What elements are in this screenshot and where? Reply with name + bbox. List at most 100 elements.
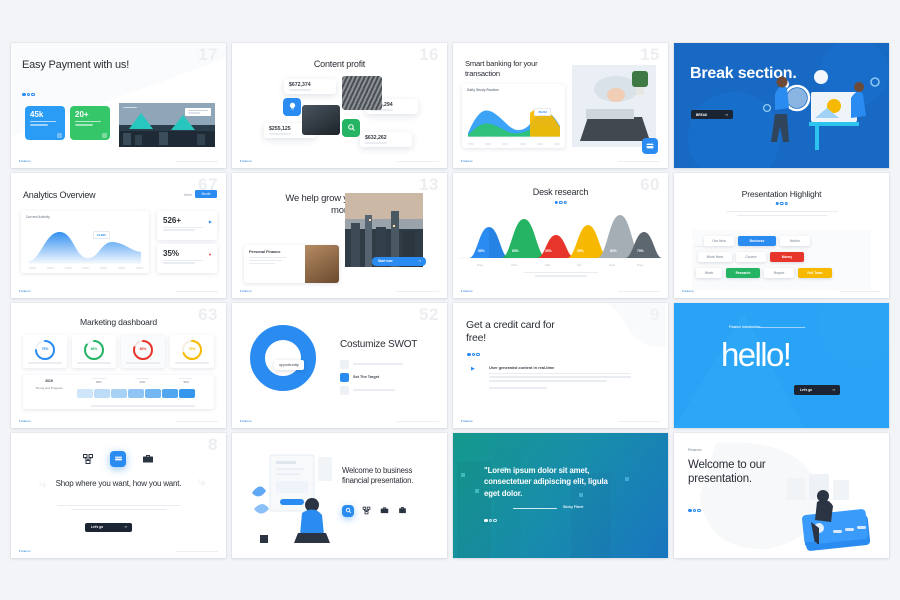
slide-presentation-highlight[interactable]: Presentation Highlight Our Idea Business… — [674, 172, 889, 298]
slide-shop-where-you-want[interactable]: 8 Shop where you want, how you want. Let… — [11, 432, 226, 558]
card-icon[interactable] — [642, 137, 658, 154]
slide-body — [56, 504, 181, 511]
tab-week[interactable]: Week — [184, 193, 192, 197]
stat-card-1[interactable]: 45k — [25, 105, 65, 140]
slide-title: Costumize SWOT — [340, 338, 418, 350]
tag-item[interactable]: Our Idea — [704, 235, 734, 246]
kicker-line-1: Finance Introduction — [729, 324, 761, 329]
tag-item[interactable]: Notice — [780, 235, 810, 246]
progress-year: 2019 — [45, 378, 53, 383]
x-tick-2: Work — [511, 262, 518, 267]
kicker-text: Finance Introduction — [729, 325, 761, 330]
slide-break-section[interactable]: Break section. BREAK ➞ ? — [674, 42, 889, 168]
tag-item[interactable]: Business — [738, 235, 776, 246]
slide-title: Desk research — [532, 186, 589, 197]
footer-rule — [618, 290, 660, 292]
slide-welcome-business[interactable]: Welcome to business financial presentati… — [232, 432, 447, 558]
x-tick-1: Data — [477, 262, 483, 267]
arrow-icon — [102, 132, 107, 138]
brand-label: Finance — [461, 289, 473, 293]
chart-footer — [523, 271, 598, 278]
tag-item[interactable]: Research — [726, 267, 760, 278]
slide-smart-banking[interactable]: 15 Smart banking for your transaction Da… — [453, 42, 668, 168]
slide-easy-payment[interactable]: 17 Easy Payment with us! 45k 20+ Finance — [11, 42, 226, 168]
brand-label: Finance — [19, 419, 31, 423]
slide-hello[interactable]: Finance Introduction hello! Let's go ➞ — [674, 302, 889, 428]
step-value: 40% — [139, 380, 146, 384]
kpi-card-3[interactable]: 80% — [121, 334, 165, 368]
tag-item[interactable]: Course — [736, 251, 766, 262]
slide-number: 52 — [419, 304, 439, 324]
search-icon[interactable] — [342, 504, 354, 517]
briefcase-icon — [378, 505, 390, 517]
lets-go-button[interactable]: Let's go ➞ — [794, 384, 840, 395]
slide-title: hello! — [721, 335, 792, 373]
slide-marketing-dashboard[interactable]: 63 Marketing dashboard 75% 86% 80% 70% 2… — [11, 302, 226, 428]
tag-item[interactable]: Work Hard — [698, 251, 732, 262]
slide-welcome-our-presentation[interactable]: Finance Welcome to our presentation. — [674, 432, 889, 558]
break-button-label: BREAK — [696, 112, 708, 117]
swot-item-1[interactable] — [340, 359, 403, 369]
slide-title: Welcome to business financial presentati… — [342, 465, 414, 486]
progress-segment — [94, 388, 110, 398]
hand-card-icon[interactable] — [110, 450, 126, 467]
slide-subtitle — [725, 210, 838, 217]
lets-go-button[interactable]: Let's go ➞ — [85, 522, 132, 532]
curve-label-2: 65% — [512, 248, 519, 253]
personal-finance-card[interactable]: Personal Finance — [244, 244, 339, 283]
amount-value: $672,374 — [289, 81, 311, 88]
brand-label: Finance — [19, 549, 31, 553]
kpi-card-1[interactable]: 75% — [23, 334, 67, 368]
footer-rule — [176, 420, 218, 422]
checkbox-icon — [340, 359, 349, 369]
tag-item[interactable]: Work — [696, 267, 722, 278]
slide-content-profit[interactable]: 16 Content profit $672,374 $285,294 $255… — [232, 42, 447, 168]
slide-grow-money[interactable]: 13 We help grow your money! Personal Fin… — [232, 172, 447, 298]
quote-text: "Lorem ipsum dolor sit amet, consectetue… — [484, 465, 608, 498]
area-chart — [468, 108, 560, 137]
kpi-card-2[interactable]: 86% — [72, 334, 116, 368]
tab-month[interactable]: Month — [195, 189, 217, 198]
curve-label-6: 70% — [637, 248, 644, 253]
tag-item[interactable]: Money — [770, 251, 804, 262]
swot-item-2[interactable]: Set The Target — [340, 372, 379, 382]
swot-item-3[interactable] — [340, 385, 395, 395]
break-button[interactable]: BREAK ➞ — [691, 109, 733, 119]
start-now-button[interactable]: Start now ➞ — [372, 256, 426, 266]
slide-number: 13 — [419, 174, 439, 194]
slide-credit-card-free[interactable]: 9 Get a credit card for free! ▶ User gen… — [453, 302, 668, 428]
kpi-value: 86% — [90, 346, 98, 351]
quote-attribution: Sticky Fibert — [563, 504, 584, 509]
chart-tooltip: 68,313 — [534, 107, 551, 116]
slide-title: Shop where you want, how you want. — [55, 478, 182, 488]
person-laptop-illustration — [572, 64, 656, 147]
progress-segment — [77, 388, 93, 398]
slide-title: Analytics Overview — [23, 189, 96, 200]
slide-quote[interactable]: "Lorem ipsum dolor sit amet, consectetue… — [453, 432, 668, 558]
activity-panel: Current Activity 13,980 — [21, 210, 149, 273]
slide-desk-research[interactable]: 60 Desk research 55% 65% 35% 55% 82% 70%… — [453, 172, 668, 298]
letter-label: opportunity — [274, 359, 304, 370]
curve-label-5: 82% — [610, 248, 617, 253]
progress-segment — [111, 388, 127, 398]
kpi-card-4[interactable]: 70% — [170, 334, 214, 368]
slide-analytics-overview[interactable]: 67 Analytics Overview Week Month Current… — [11, 172, 226, 298]
arrow-right-icon: ➞ — [124, 525, 127, 530]
tag-item[interactable]: Full Team — [798, 267, 832, 278]
kicker-rule — [757, 326, 805, 328]
tag-item[interactable]: Report — [764, 267, 794, 278]
stat-card-2[interactable]: 20+ — [70, 105, 110, 140]
slide-number: 17 — [198, 44, 218, 64]
kpi-value: 80% — [139, 346, 147, 351]
slide-title: Smart banking for your transaction — [465, 58, 538, 78]
lets-go-label: Let's go — [800, 387, 813, 392]
arrow-right-icon: ➞ — [832, 387, 835, 392]
stat-card-1[interactable]: 526+ ▶ — [157, 210, 217, 240]
stat-card-2[interactable]: 35% ▼ — [157, 243, 217, 273]
kpi-value: 75% — [41, 346, 49, 351]
phone-photo — [305, 244, 339, 283]
progress-panel: 2019 Timing and Progress 50% 40% 35% — [23, 374, 214, 409]
brand-label: Finance — [682, 289, 694, 293]
slide-costumize-swot[interactable]: 52 opportunity Costumize SWOT Set The Ta… — [232, 302, 447, 428]
skyline-illustration — [345, 192, 423, 267]
